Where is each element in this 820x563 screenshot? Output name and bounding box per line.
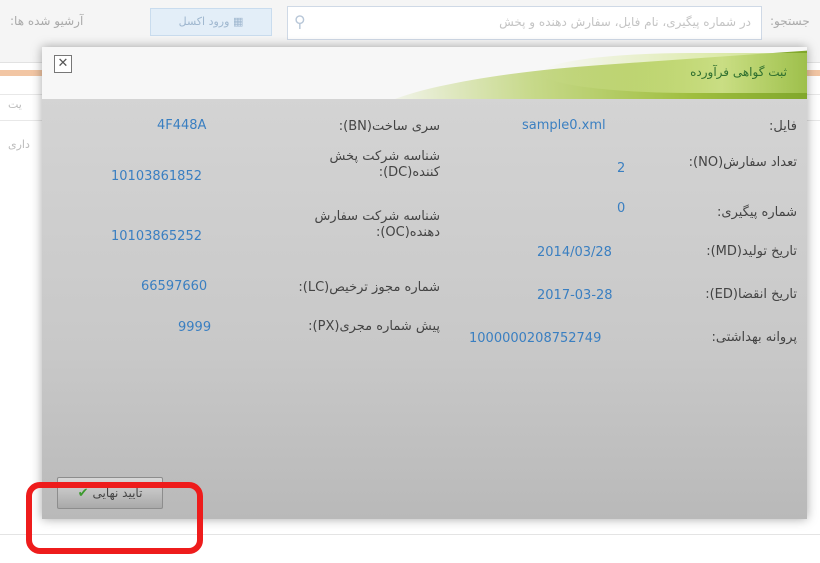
batch-number-label: سری ساخت(BN): (338, 119, 440, 134)
import-excel-button[interactable]: ▦ ورود اکسل (150, 8, 272, 36)
order-count-value: 2 (617, 161, 626, 176)
import-excel-label: ورود اکسل (178, 15, 230, 28)
excel-icon: ▦ (232, 15, 244, 28)
search-input[interactable]: در شماره پیگیری، نام فایل، سفارش دهنده و… (287, 6, 762, 40)
tracking-number-value: 0 (617, 201, 626, 216)
orderer-id-label: شناسه شرکت سفارش دهنده(OC): (314, 209, 441, 240)
distributor-id-label: شناسه شرکت پخش کننده(DC): (329, 149, 440, 180)
certificate-dialog: ثبت گواهی فرآورده ✕ فایل: تعداد سفارش(NO… (42, 47, 807, 519)
annotation-highlight-box (26, 482, 203, 554)
manufacture-date-value: 2014/03/28 (537, 245, 612, 260)
expiry-date-label: تاریخ انقضا(ED): (705, 287, 797, 302)
health-license-label: پروانه بهداشتی: (711, 330, 797, 345)
close-button[interactable]: ✕ (54, 55, 72, 73)
search-icon: ⚲ (294, 12, 306, 31)
file-label: فایل: (768, 119, 797, 134)
health-license-value: 1000000208752749 (469, 331, 602, 346)
expiry-date-value: 2017-03-28 (537, 288, 613, 303)
batch-number-value: 4F448A (157, 118, 207, 133)
order-count-label: تعداد سفارش(NO): (688, 155, 797, 170)
executor-prefix-value: 9999 (178, 320, 212, 335)
orderer-id-value: 10103865252 (111, 229, 202, 244)
executor-prefix-label: پیش شماره مجری(PX): (308, 319, 440, 334)
distributor-id-value: 10103861852 (111, 169, 202, 184)
tracking-number-label: شماره پیگیری: (717, 205, 797, 220)
background-side-text-left: داری (8, 138, 30, 151)
clearance-permit-value: 66597660 (141, 279, 208, 294)
close-icon: ✕ (57, 56, 69, 71)
manufacture-date-label: تاریخ تولید(MD): (706, 244, 797, 259)
search-placeholder: در شماره پیگیری، نام فایل، سفارش دهنده و… (499, 15, 751, 29)
search-label: جستجو: (770, 14, 810, 28)
clearance-permit-label: شماره مجوز ترخیص(LC): (298, 280, 440, 295)
archived-label: آرشیو شده ها: (10, 14, 84, 28)
dialog-header: ثبت گواهی فرآورده ✕ (42, 47, 807, 99)
dialog-title: ثبت گواهی فرآورده (690, 65, 787, 79)
background-side-text-right: یت (8, 98, 22, 111)
file-value: sample0.xml (522, 118, 606, 133)
